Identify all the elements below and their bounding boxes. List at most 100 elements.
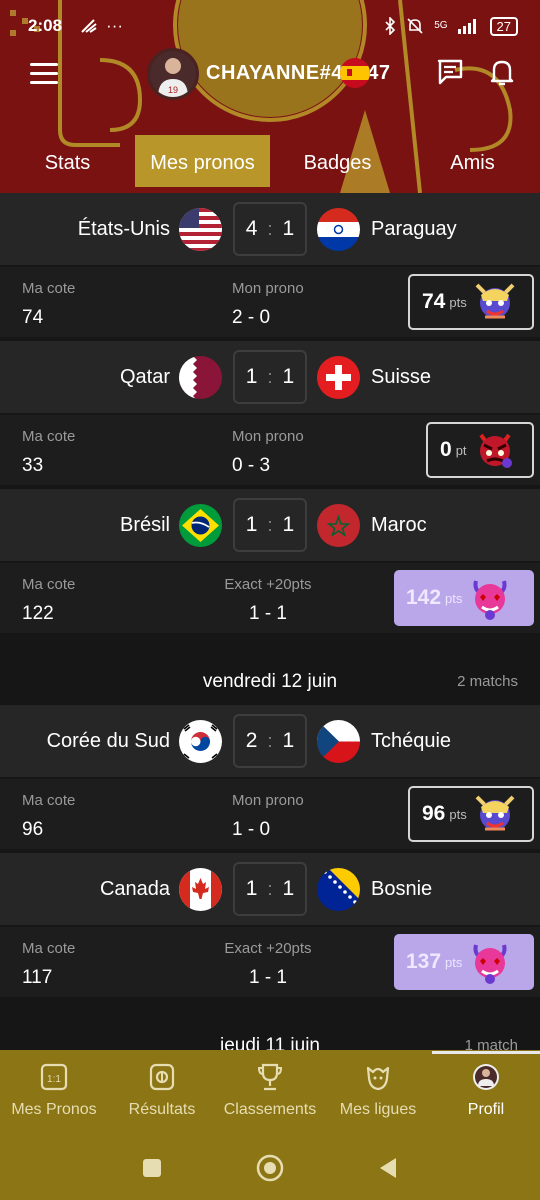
tab-stats[interactable]: Stats: [0, 135, 135, 187]
prediction-row: Ma cote 33 Mon prono 0 - 3 0 pt: [0, 415, 540, 485]
qatar-flag-icon: [179, 356, 222, 399]
away-team: Bosnie: [371, 878, 433, 900]
match-row[interactable]: Brésil 1:1 Maroc: [0, 489, 540, 561]
match-row[interactable]: Corée du Sud 2:1 Tchéquie: [0, 705, 540, 777]
love-mascot-icon: [473, 580, 507, 620]
match-row[interactable]: Canada 1:1 Bosnie: [0, 853, 540, 925]
odds-label: Ma cote: [22, 576, 76, 593]
odds-value: 74: [22, 307, 44, 328]
status-bar: 2:08 ··· 5G 27: [0, 0, 540, 52]
mute-bell-icon: [407, 18, 423, 34]
profile-header: 2:08 ··· 5G 27 19 CHAYANNE#43L47 Stats M…: [0, 0, 540, 193]
menu-icon[interactable]: [30, 63, 58, 85]
points-value: 142: [406, 586, 442, 609]
trophy-icon: [257, 1063, 283, 1091]
active-tab-indicator: [432, 1051, 540, 1054]
prediction-value: 0 - 3: [232, 455, 271, 476]
odds-label: Ma cote: [22, 280, 76, 297]
recent-apps-button[interactable]: [143, 1159, 161, 1177]
points-badge-exact[interactable]: 137 pts: [394, 934, 534, 990]
bosnia-flag-icon: [317, 868, 360, 911]
odds-value: 122: [22, 603, 54, 624]
canada-flag-icon: [179, 868, 222, 911]
prediction-label: Mon prono: [232, 428, 304, 445]
nav-label: Mes Pronos: [11, 1101, 97, 1118]
profile-tabs: Stats Mes pronos Badges Amis: [0, 135, 540, 187]
angry-mascot-icon: [478, 433, 512, 468]
points-badge[interactable]: 0 pt: [426, 422, 534, 478]
happy-mascot-icon: [475, 795, 515, 831]
prediction-value: 2 - 0: [232, 307, 271, 328]
nav-resultats[interactable]: Résultats: [108, 1062, 216, 1119]
points-value: 0: [440, 438, 452, 461]
bell-icon[interactable]: [489, 58, 515, 88]
away-team: Maroc: [371, 514, 427, 536]
tab-amis[interactable]: Amis: [405, 135, 540, 187]
points-unit: pts: [449, 806, 467, 822]
day-match-count: 1 match: [464, 1037, 518, 1050]
match-row[interactable]: États-Unis 4:1 Paraguay: [0, 193, 540, 265]
nav-mes-ligues[interactable]: Mes ligues: [324, 1062, 432, 1119]
results-icon: [149, 1063, 175, 1091]
prediction-value: 1 - 1: [248, 967, 288, 988]
home-score: 1: [245, 877, 258, 900]
points-badge[interactable]: 74 pts: [408, 274, 534, 330]
day-date: jeudi 11 juin: [219, 1035, 320, 1050]
tab-mes-pronos[interactable]: Mes pronos: [135, 135, 270, 187]
points-value: 96: [422, 802, 446, 825]
predictions-list[interactable]: États-Unis 4:1 Paraguay Ma cote 74 Mon p…: [0, 193, 540, 1050]
svg-text:19: 19: [168, 85, 178, 95]
away-score: 1: [282, 729, 295, 752]
match-row[interactable]: Qatar 1:1 Suisse: [0, 341, 540, 413]
day-match-count: 2 matchs: [457, 673, 518, 690]
nav-mes-pronos[interactable]: 1:1 Mes Pronos: [0, 1062, 108, 1119]
status-time: 2:08: [28, 16, 63, 35]
odds-label: Ma cote: [22, 428, 76, 445]
home-score: 2: [245, 729, 258, 752]
usa-flag-icon: [179, 208, 222, 251]
home-button[interactable]: [256, 1154, 284, 1182]
tab-badges[interactable]: Badges: [270, 135, 405, 187]
profile-avatar-icon: [473, 1064, 499, 1090]
chat-icon[interactable]: [436, 58, 464, 86]
prediction-label: Mon prono: [232, 280, 304, 297]
avatar[interactable]: 19: [147, 48, 199, 100]
happy-mascot-icon: [475, 283, 515, 319]
prediction-row: Ma cote 74 Mon prono 2 - 0 74 pts: [0, 267, 540, 337]
love-mascot-icon: [473, 944, 507, 984]
odds-value: 33: [22, 455, 44, 476]
points-unit: pt: [455, 442, 467, 458]
final-score: 1:1: [233, 350, 307, 404]
home-team: Corée du Sud: [46, 730, 170, 752]
prediction-label: Exact +20pts: [224, 940, 312, 957]
away-team: Paraguay: [371, 218, 457, 240]
points-unit: pts: [445, 590, 463, 606]
odds-value: 117: [22, 967, 53, 988]
nav-classements[interactable]: Classements: [216, 1062, 324, 1119]
prediction-label: Mon prono: [232, 792, 304, 809]
morocco-flag-icon: [317, 504, 360, 547]
final-score: 2:1: [233, 714, 307, 768]
home-team: États-Unis: [77, 218, 170, 240]
away-score: 1: [282, 217, 295, 240]
prediction-row: Ma cote 122 Exact +20pts 1 - 1 142 pts: [0, 563, 540, 633]
scoreboard-icon-text: 1:1: [47, 1074, 61, 1085]
bottom-navigation: 1:1 Mes Pronos Résultats Classements Mes…: [0, 1050, 540, 1130]
odds-label: Ma cote: [22, 940, 76, 957]
prediction-row: Ma cote 96 Mon prono 1 - 0 96 pts: [0, 779, 540, 849]
system-navigation-bar: [0, 1130, 540, 1200]
more-notifications-icon: ···: [106, 16, 124, 35]
points-value: 137: [406, 950, 442, 973]
points-unit: pts: [449, 294, 467, 310]
nav-label: Résultats: [128, 1101, 196, 1118]
bluetooth-icon: [385, 17, 396, 35]
leagues-icon: [366, 1066, 390, 1091]
south-korea-flag-icon: [179, 720, 222, 763]
spain-flag-icon: [340, 58, 370, 88]
points-badge-exact[interactable]: 142 pts: [394, 570, 534, 626]
nav-profil[interactable]: Profil: [432, 1062, 540, 1119]
points-value: 74: [422, 290, 446, 313]
brazil-flag-icon: [179, 504, 222, 547]
points-badge[interactable]: 96 pts: [408, 786, 534, 842]
back-button[interactable]: [380, 1158, 396, 1178]
